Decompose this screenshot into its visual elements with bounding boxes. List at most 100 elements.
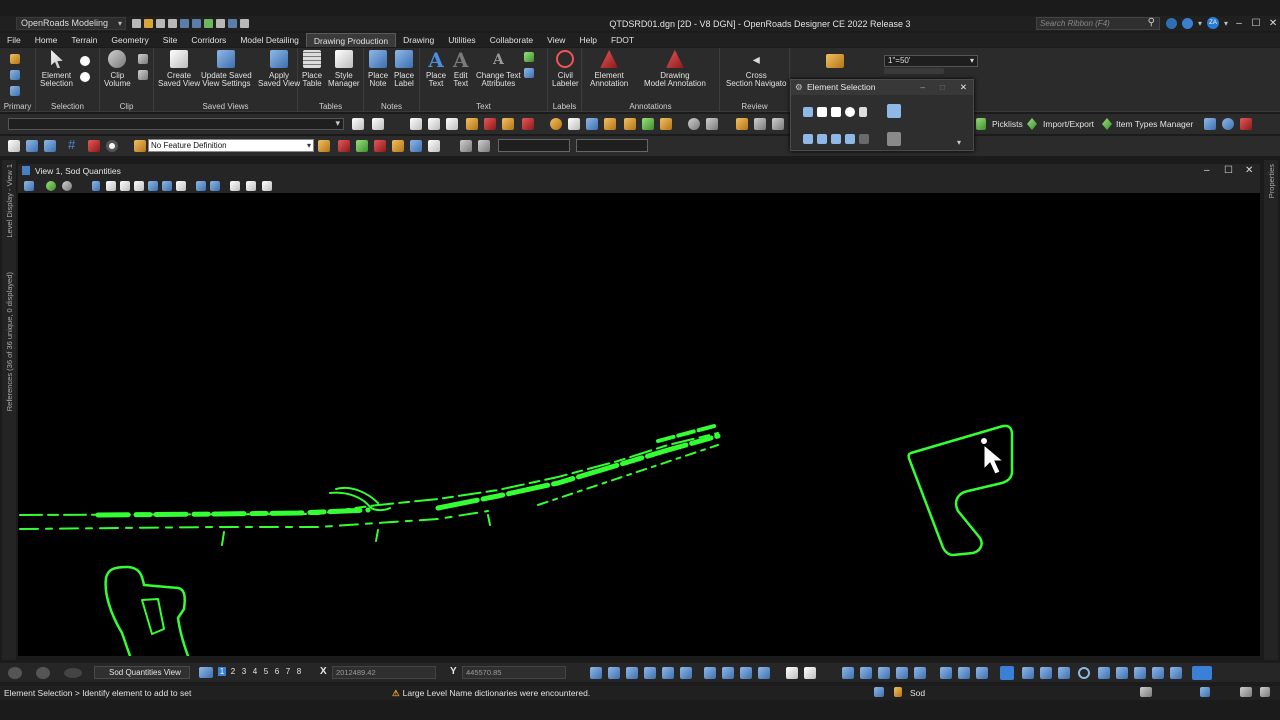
pan-view-icon[interactable] xyxy=(176,181,186,191)
tab-home[interactable]: Home xyxy=(28,33,65,47)
cloud-icon[interactable] xyxy=(64,668,82,678)
view-close-icon[interactable]: ✕ xyxy=(1245,165,1253,176)
tab-file[interactable]: File xyxy=(0,33,28,47)
view-next-icon[interactable] xyxy=(210,181,220,191)
copy-view-icon[interactable] xyxy=(230,181,240,191)
warning-message[interactable]: ⚠ Large Level Name dictionaries were enco… xyxy=(392,688,590,699)
item-types-manager-button[interactable]: Item Types Manager xyxy=(1116,119,1193,129)
level-manager-icon[interactable] xyxy=(372,118,384,130)
modify-tool-1-icon[interactable] xyxy=(842,667,854,679)
place-note-button[interactable]: Place Note xyxy=(368,50,388,88)
clear-selection-icon[interactable] xyxy=(887,132,901,146)
select-individual-icon[interactable] xyxy=(803,107,813,117)
select-circle-icon[interactable] xyxy=(80,56,90,66)
tool-icon[interactable] xyxy=(706,118,718,130)
tab-drawing-production[interactable]: Drawing Production xyxy=(305,33,397,47)
tab-help[interactable]: Help xyxy=(572,33,603,47)
search-icon[interactable]: ⚲ xyxy=(1148,17,1155,28)
update-saved-view-button[interactable]: Update Saved View Settings xyxy=(201,50,252,88)
layout-tool-3-icon[interactable] xyxy=(740,667,752,679)
mode-clear-icon[interactable] xyxy=(859,134,869,144)
civil-tool-6-icon[interactable] xyxy=(1134,667,1146,679)
disabled-tool-2-icon[interactable] xyxy=(478,140,490,152)
view-group-icon[interactable] xyxy=(199,667,213,678)
modify-tool-2-icon[interactable] xyxy=(860,667,872,679)
snap-tool-2-icon[interactable] xyxy=(608,667,620,679)
palette-icon[interactable] xyxy=(550,118,562,130)
annotation-scale-dropdown[interactable]: 1"=50' xyxy=(884,55,978,67)
mode-subtract-icon[interactable] xyxy=(831,134,841,144)
modify-tool-4-icon[interactable] xyxy=(896,667,908,679)
civil-tool-1-icon[interactable] xyxy=(1022,667,1034,679)
dimension-icon[interactable] xyxy=(410,118,422,130)
tab-geometry[interactable]: Geometry xyxy=(104,33,155,47)
modify-tool-6-icon[interactable] xyxy=(940,667,952,679)
y-coordinate-field[interactable]: 445570.85 xyxy=(462,666,566,679)
active-snap-icon[interactable] xyxy=(1000,666,1014,680)
copy-element-icon[interactable] xyxy=(44,140,56,152)
zoom-out-icon[interactable] xyxy=(120,181,130,191)
display-style-icon[interactable] xyxy=(46,181,56,191)
import-export-button[interactable]: Import/Export xyxy=(1043,119,1094,129)
view-button-1[interactable]: 1 xyxy=(218,667,226,676)
save-icon[interactable] xyxy=(156,19,165,28)
layout-tool-4-icon[interactable] xyxy=(758,667,770,679)
civil-accudraw-icon[interactable] xyxy=(8,140,20,152)
markup-icon[interactable] xyxy=(484,118,496,130)
explorer-icon[interactable] xyxy=(10,70,20,80)
civil-tool-7-icon[interactable] xyxy=(1152,667,1164,679)
fit-status-icon[interactable] xyxy=(874,687,884,697)
references-tab[interactable]: References (36 of 36 unique, 0 displayed… xyxy=(5,272,14,411)
snap-tool-5-icon[interactable] xyxy=(662,667,674,679)
cross-section-navigator-button[interactable]: ◂ Cross Section Navigato xyxy=(726,50,786,88)
undo-icon[interactable] xyxy=(180,19,189,28)
tab-view[interactable]: View xyxy=(540,33,572,47)
template-combo-2[interactable] xyxy=(576,139,648,152)
dimension-linear-icon[interactable] xyxy=(428,118,440,130)
create-saved-view-button[interactable]: Create Saved View xyxy=(158,50,200,88)
panel-minimize-icon[interactable]: – xyxy=(920,80,925,95)
tool-settings-icon[interactable] xyxy=(352,118,364,130)
panel-expand-icon[interactable]: ▾ xyxy=(957,138,961,147)
select-shape-icon[interactable] xyxy=(831,107,841,117)
modify-tool-8-icon[interactable] xyxy=(976,667,988,679)
modify-tool-5-icon[interactable] xyxy=(914,667,926,679)
mode-invert-icon[interactable] xyxy=(845,134,855,144)
civil-tool-3-icon[interactable] xyxy=(1058,667,1070,679)
brush-icon[interactable] xyxy=(660,118,672,130)
walk-icon[interactable] xyxy=(246,181,256,191)
select-all-method-icon[interactable] xyxy=(887,104,901,118)
disabled-tool-icon[interactable] xyxy=(460,140,472,152)
view-button-6[interactable]: 6 xyxy=(273,667,281,676)
view-button-2[interactable]: 2 xyxy=(229,667,237,676)
tab-fdot[interactable]: FDOT xyxy=(604,33,641,47)
view-button-4[interactable]: 4 xyxy=(251,667,259,676)
properties-tab[interactable]: Properties xyxy=(1267,164,1276,198)
cancel-grid-icon[interactable] xyxy=(1240,118,1252,130)
user-dropdown-icon[interactable]: ▾ xyxy=(1224,19,1228,28)
picklists-button[interactable]: Picklists xyxy=(992,119,1023,129)
settings-icon[interactable] xyxy=(216,19,225,28)
civil-active-tool-icon[interactable] xyxy=(1192,666,1212,680)
grid-snap-icon[interactable]: # xyxy=(68,137,80,152)
forward-icon[interactable] xyxy=(36,667,50,679)
template-combo[interactable] xyxy=(498,139,570,152)
dimension-angular-icon[interactable] xyxy=(446,118,458,130)
tab-terrain[interactable]: Terrain xyxy=(64,33,104,47)
view-button-7[interactable]: 7 xyxy=(284,667,292,676)
spell-check-icon[interactable] xyxy=(524,52,534,62)
clip-volume-button[interactable]: Clip Volume xyxy=(104,50,131,88)
zoom-in-icon[interactable] xyxy=(106,181,116,191)
panel-maximize-icon[interactable]: □ xyxy=(940,80,945,95)
bell-icon[interactable] xyxy=(1166,17,1177,29)
measure-icon[interactable] xyxy=(754,118,766,130)
modify-tool-7-icon[interactable] xyxy=(958,667,970,679)
feature-annotate-icon[interactable] xyxy=(374,140,386,152)
select-line-icon[interactable] xyxy=(859,107,867,117)
view-attributes-icon[interactable] xyxy=(24,181,34,191)
markup-cloud-icon[interactable] xyxy=(522,118,534,130)
target-icon[interactable] xyxy=(106,140,118,152)
snap-tool-1-icon[interactable] xyxy=(590,667,602,679)
ribbon-search-input[interactable]: Search Ribbon (F4) ⚲ xyxy=(1036,17,1160,30)
feature-pen-icon[interactable] xyxy=(392,140,404,152)
